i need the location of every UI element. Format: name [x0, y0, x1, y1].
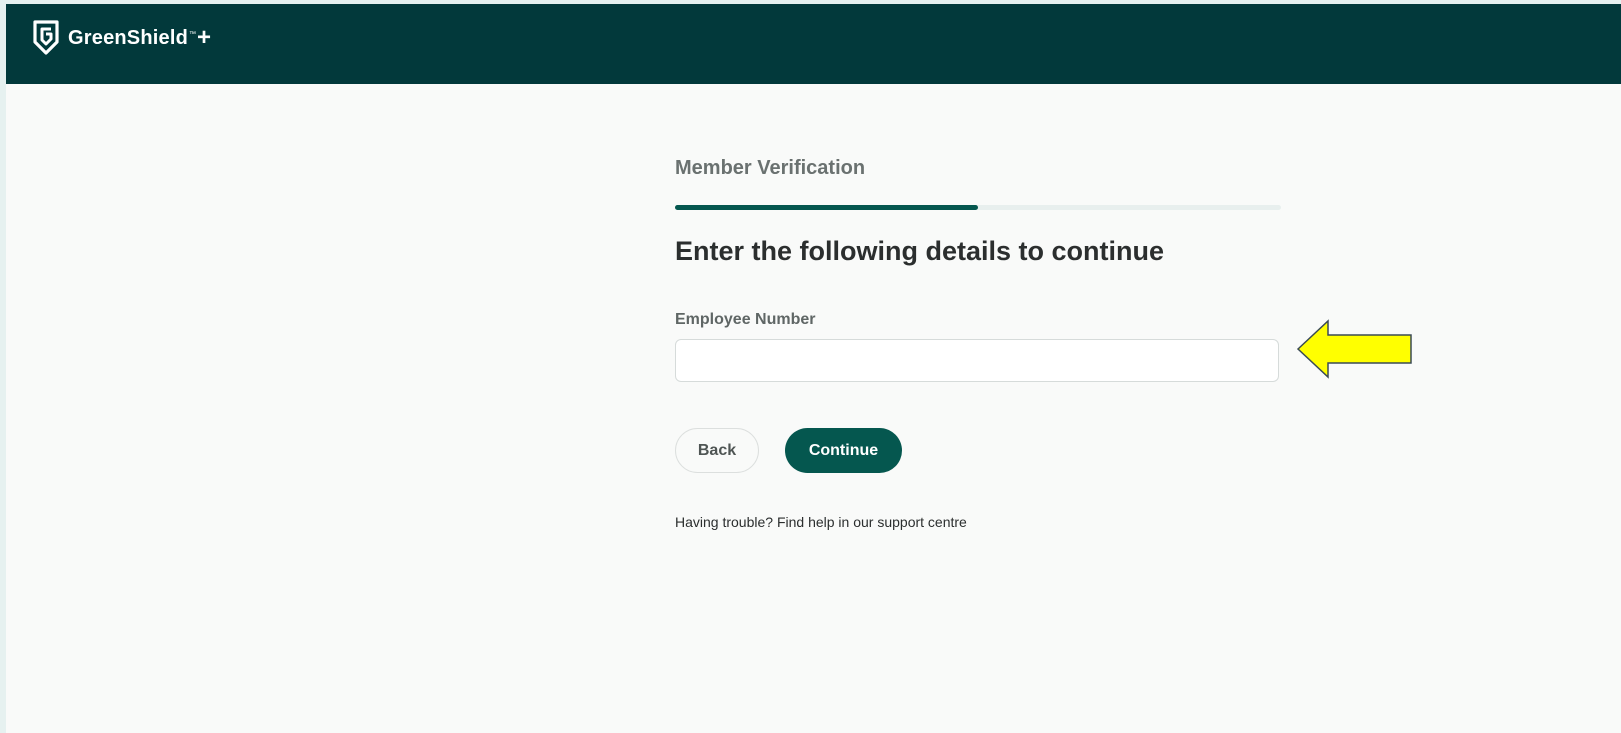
page-heading: Enter the following details to continue: [675, 236, 1165, 266]
brand-name: GreenShield: [68, 26, 189, 49]
step-title: Member Verification: [675, 157, 866, 179]
support-help-link[interactable]: Having trouble? Find help in our support…: [675, 514, 967, 530]
yellow-arrow-left-icon: [1296, 319, 1412, 379]
progress-bar-fill: [675, 205, 978, 210]
brand-trademark: ™: [189, 30, 197, 38]
brand-logo-link[interactable]: GreenShield ™ +: [32, 18, 211, 58]
brand-plus: +: [197, 24, 212, 51]
greenshield-logo-icon: [32, 20, 60, 56]
app-window: GreenShield ™ + Member Verification Ente…: [6, 4, 1621, 733]
continue-button[interactable]: Continue: [785, 428, 902, 473]
employee-number-label: Employee Number: [675, 311, 816, 328]
top-navigation-bar: GreenShield ™ +: [6, 4, 1621, 84]
progress-bar: [675, 205, 1281, 210]
employee-number-input[interactable]: [675, 339, 1279, 382]
back-button[interactable]: Back: [675, 428, 759, 473]
